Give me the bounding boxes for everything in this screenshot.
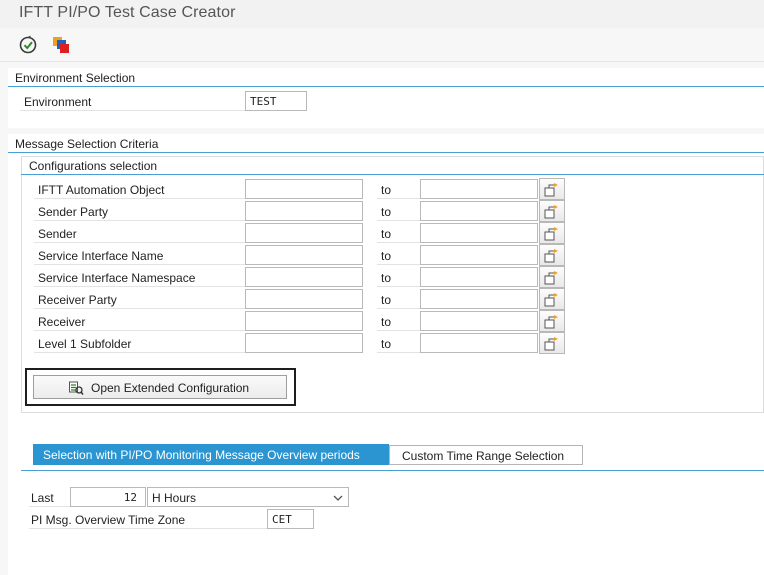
config-row-label: Sender xyxy=(38,227,77,241)
chevron-down-icon xyxy=(332,492,344,507)
row-underline xyxy=(377,264,420,265)
multiple-selection-icon xyxy=(544,249,558,263)
to-label: to xyxy=(381,337,392,351)
multiple-selection-button[interactable] xyxy=(539,244,565,266)
timezone-field[interactable]: CET xyxy=(267,509,314,529)
toolbar xyxy=(0,28,764,62)
to-label: to xyxy=(381,293,392,307)
multiple-selection-icon xyxy=(544,337,558,351)
time-unit-dropdown[interactable]: H Hours xyxy=(147,487,349,507)
to-label: to xyxy=(381,271,392,285)
multiple-selection-icon xyxy=(544,183,558,197)
config-from-field[interactable] xyxy=(245,267,363,287)
row-underline xyxy=(377,242,420,243)
multiple-selection-icon xyxy=(544,205,558,219)
tab-custom-time-range[interactable]: Custom Time Range Selection xyxy=(389,445,583,465)
tab-overview-periods[interactable]: Selection with PI/PO Monitoring Message … xyxy=(33,444,389,465)
window-title: IFTT PI/PO Test Case Creator xyxy=(19,4,236,21)
config-from-field[interactable] xyxy=(245,201,363,221)
row-underline xyxy=(34,220,245,221)
execute-check-icon[interactable] xyxy=(17,34,39,56)
environment-group-title: Environment Selection xyxy=(15,71,136,85)
multiple-selection-icon xyxy=(544,315,558,329)
row-underline xyxy=(377,198,420,199)
open-extended-configuration-label: Open Extended Configuration xyxy=(91,381,250,395)
row-underline xyxy=(34,286,245,287)
config-from-field[interactable] xyxy=(245,245,363,265)
multiple-selection-button[interactable] xyxy=(539,222,565,244)
title-bar: IFTT PI/PO Test Case Creator xyxy=(0,0,764,28)
multiple-selection-button[interactable] xyxy=(539,288,565,310)
config-row-label: Level 1 Subfolder xyxy=(38,337,132,351)
tab-strip-line xyxy=(21,470,764,471)
configurations-group-line xyxy=(21,174,764,175)
timezone-label: PI Msg. Overview Time Zone xyxy=(31,513,186,527)
to-label: to xyxy=(381,183,392,197)
config-to-field[interactable] xyxy=(420,179,538,199)
to-label: to xyxy=(381,249,392,263)
config-to-field[interactable] xyxy=(420,333,538,353)
row-underline xyxy=(34,264,245,265)
to-label: to xyxy=(381,205,392,219)
multiple-selection-button[interactable] xyxy=(539,266,565,288)
config-row-label: Sender Party xyxy=(38,205,109,219)
row-underline xyxy=(377,286,420,287)
row-underline xyxy=(377,308,420,309)
config-from-field[interactable] xyxy=(245,289,363,309)
environment-group-line xyxy=(8,86,764,87)
row-underline xyxy=(34,242,245,243)
multiple-selection-button[interactable] xyxy=(539,310,565,332)
configuration-list-icon xyxy=(68,380,84,399)
to-label: to xyxy=(381,315,392,329)
environment-label: Environment xyxy=(24,95,92,109)
config-to-field[interactable] xyxy=(420,201,538,221)
config-to-field[interactable] xyxy=(420,223,538,243)
row-underline xyxy=(29,528,267,529)
row-underline xyxy=(34,308,245,309)
last-label: Last xyxy=(31,491,54,505)
row-underline xyxy=(377,330,420,331)
config-to-field[interactable] xyxy=(420,245,538,265)
row-underline xyxy=(34,330,245,331)
config-row-label: Service Interface Namespace xyxy=(38,271,196,285)
environment-field[interactable]: TEST xyxy=(245,91,307,111)
multiple-selection-icon xyxy=(544,271,558,285)
variant-icon[interactable] xyxy=(50,34,72,56)
row-underline xyxy=(29,506,70,507)
configurations-group-title: Configurations selection xyxy=(29,159,158,173)
multiple-selection-button[interactable] xyxy=(539,178,565,200)
config-row-label: IFTT Automation Object xyxy=(38,183,165,197)
row-underline xyxy=(377,352,420,353)
config-to-field[interactable] xyxy=(420,311,538,331)
config-to-field[interactable] xyxy=(420,289,538,309)
config-from-field[interactable] xyxy=(245,333,363,353)
to-label: to xyxy=(381,227,392,241)
config-row-label: Receiver xyxy=(38,315,86,329)
config-from-field[interactable] xyxy=(245,311,363,331)
config-to-field[interactable] xyxy=(420,267,538,287)
open-extended-configuration-button[interactable]: Open Extended Configuration xyxy=(33,375,287,399)
config-from-field[interactable] xyxy=(245,223,363,243)
last-value-field[interactable]: 12 xyxy=(70,487,146,507)
row-underline xyxy=(34,198,245,199)
message-selection-group-line xyxy=(8,152,764,153)
time-unit-value: H Hours xyxy=(152,491,197,505)
multiple-selection-icon xyxy=(544,293,558,307)
message-selection-group-title: Message Selection Criteria xyxy=(15,137,159,151)
multiple-selection-button[interactable] xyxy=(539,332,565,354)
config-from-field[interactable] xyxy=(245,179,363,199)
multiple-selection-icon xyxy=(544,227,558,241)
multiple-selection-button[interactable] xyxy=(539,200,565,222)
config-row-label: Service Interface Name xyxy=(38,249,164,263)
row-underline xyxy=(20,110,245,111)
row-underline xyxy=(34,352,245,353)
row-underline xyxy=(377,220,420,221)
config-row-label: Receiver Party xyxy=(38,293,117,307)
